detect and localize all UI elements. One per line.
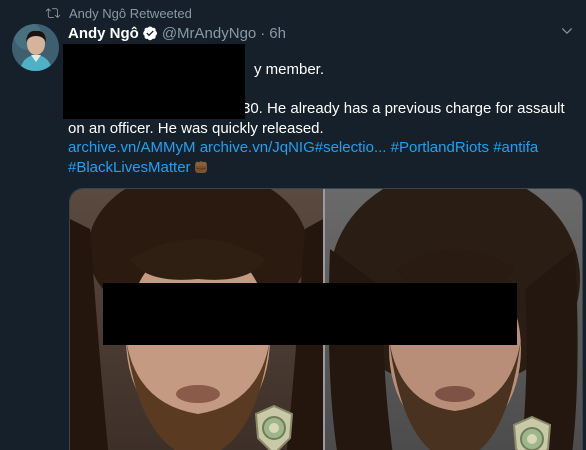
handle[interactable]: @MrAndyNgo	[162, 25, 256, 42]
redaction-box-text	[63, 44, 245, 119]
text-line-3: on an officer. He was quickly released.	[68, 119, 324, 137]
text-line-5: #BlackLivesMatter	[68, 158, 574, 178]
separator-dot: ·	[260, 24, 266, 42]
chevron-down-icon[interactable]	[560, 24, 574, 38]
avatar[interactable]	[12, 24, 59, 71]
retweet-icon	[46, 8, 60, 19]
verified-badge-icon	[143, 26, 157, 41]
police-badge-right	[512, 415, 552, 450]
tweet[interactable]: Andy Ngô Retweeted Andy Ngô @MrAndyNgo ·…	[0, 0, 586, 450]
police-badge-left	[254, 404, 294, 450]
retweet-label[interactable]: Andy Ngô Retweeted	[69, 6, 192, 21]
display-name[interactable]: Andy Ngô	[68, 25, 139, 42]
tweet-header: Andy Ngô @MrAndyNgo · 6h	[68, 22, 286, 44]
link-archive-2[interactable]: archive.vn/JqNIG#selectio...	[200, 139, 387, 156]
retweet-context: Andy Ngô Retweeted	[46, 4, 192, 22]
link-archive-1[interactable]: archive.vn/AMMyM	[68, 139, 196, 156]
redaction-box-eyes	[103, 283, 517, 345]
hashtag-portlandriots[interactable]: #PortlandRiots	[391, 139, 489, 156]
hashtag-blacklivesmatter[interactable]: #BlackLivesMatter	[68, 158, 191, 178]
timestamp[interactable]: 6h	[269, 25, 286, 42]
media-photo[interactable]	[69, 188, 583, 450]
fist-emoji	[194, 161, 207, 174]
hashtag-antifa[interactable]: #antifa	[493, 139, 538, 156]
text-line-4: archive.vn/AMMyM archive.vn/JqNIG#select…	[68, 138, 574, 158]
